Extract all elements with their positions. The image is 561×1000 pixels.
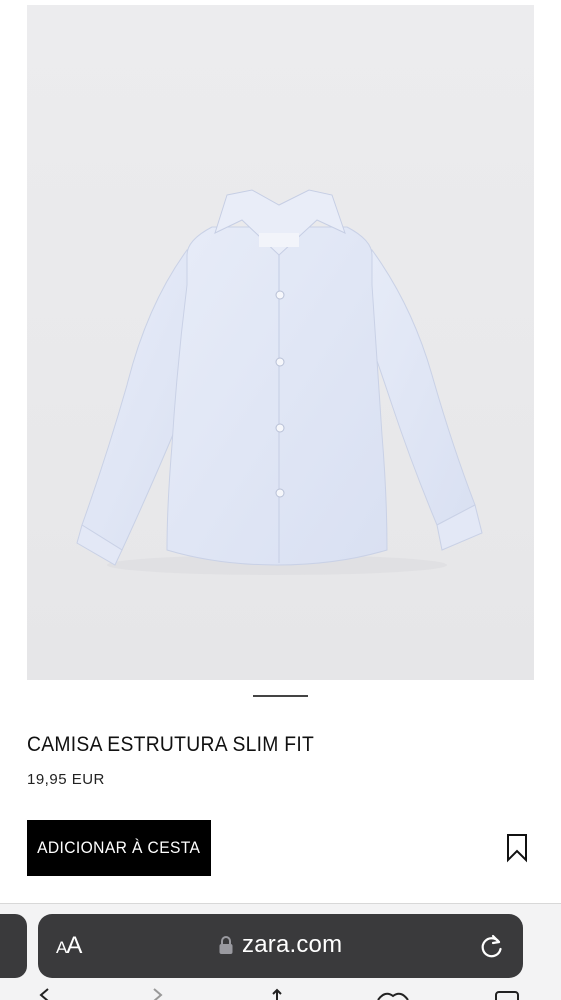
product-price: 19,95 EUR	[27, 771, 105, 788]
text-size-button[interactable]: AA	[56, 932, 82, 960]
url-text[interactable]: zara.com	[242, 931, 342, 959]
shirt-illustration	[76, 189, 483, 575]
carousel-indicator[interactable]	[253, 695, 308, 697]
bookmark-icon[interactable]	[506, 833, 528, 863]
lock-icon	[219, 936, 233, 954]
add-to-cart-button[interactable]: ADICIONAR À CESTA	[27, 820, 211, 876]
reload-icon[interactable]	[478, 932, 506, 960]
browser-nav-row	[0, 988, 561, 1000]
previous-tab-stub[interactable]	[0, 914, 27, 978]
forward-icon[interactable]	[150, 988, 164, 1000]
address-bar[interactable]: AA zara.com	[38, 914, 523, 978]
product-image[interactable]	[27, 5, 534, 680]
bookmarks-icon[interactable]	[376, 988, 410, 1000]
product-title: CAMISA ESTRUTURA SLIM FIT	[27, 733, 315, 756]
back-icon[interactable]	[38, 988, 52, 1000]
tabs-icon[interactable]	[494, 988, 520, 1000]
share-icon[interactable]	[268, 988, 286, 1000]
add-to-cart-label: ADICIONAR À CESTA	[37, 838, 201, 857]
